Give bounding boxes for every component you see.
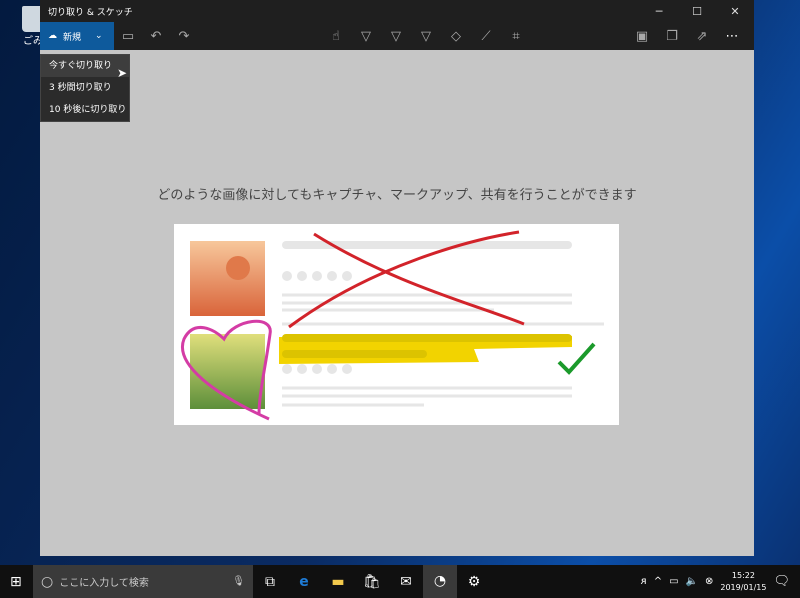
share-icon[interactable]: ⇗ xyxy=(688,29,716,44)
new-label: 新規 xyxy=(63,32,82,43)
action-center-icon[interactable]: 🗨 xyxy=(773,574,790,589)
settings-icon[interactable]: ⚙ xyxy=(457,574,491,590)
clock-time: 15:22 xyxy=(731,570,755,580)
toolbar: ☁ 新規 ⌄ ▭ ↶ ↷ ☝ ▽ ▽ ▽ ◇ ⟋ ⌗ ▣ ❐ ⇗ ⋯ xyxy=(40,22,754,50)
search-placeholder: ここに入力して検索 xyxy=(59,578,149,589)
file-explorer-icon[interactable]: ▬ xyxy=(321,574,355,590)
title-bar: 切り取り & スケッチ ─ ☐ ✕ xyxy=(40,0,754,22)
undo-icon[interactable]: ↶ xyxy=(142,29,170,44)
ime-icon[interactable]: ⊗ xyxy=(705,576,713,587)
snip-sketch-window: 切り取り & スケッチ ─ ☐ ✕ ☁ 新規 ⌄ ▭ ↶ ↷ ☝ ▽ ▽ ▽ ◇ ⟋ ⌗… xyxy=(40,0,754,556)
taskbar: ⊞ ○ ここに入力して検索 🎙 ⧉ e ▬ 🛍 ✉ ◔ ⚙ ᴙ ^ ▭ 🔈 ⊗ 15… xyxy=(0,565,800,598)
illustration xyxy=(174,224,619,425)
menu-item-snip-now[interactable]: 今すぐ切り取り xyxy=(41,55,129,77)
edge-icon[interactable]: e xyxy=(287,574,321,590)
headline: どのような画像に対してもキャプチャ、マークアップ、共有を行うことができます xyxy=(157,188,637,203)
menu-item-snip-10s[interactable]: 10 秒後に切り取り xyxy=(41,99,129,121)
mouse-cursor-icon: ➤ xyxy=(117,66,128,80)
maximize-button[interactable]: ☐ xyxy=(678,0,716,22)
touch-writing-icon[interactable]: ☝ xyxy=(322,29,350,44)
taskbar-search[interactable]: ○ ここに入力して検索 🎙 xyxy=(33,565,253,598)
new-button[interactable]: ☁ 新規 ⌄ xyxy=(40,22,114,50)
window-title: 切り取り & スケッチ xyxy=(48,7,133,18)
chevron-down-icon[interactable]: ⌄ xyxy=(95,31,103,41)
eraser-icon[interactable]: ◇ xyxy=(442,29,470,44)
redo-icon[interactable]: ↷ xyxy=(170,29,198,44)
menu-item-snip-3s[interactable]: 3 秒間切り取り xyxy=(41,77,129,99)
network-icon[interactable]: ▭ xyxy=(669,576,678,587)
volume-icon[interactable]: 🔈 xyxy=(686,576,698,587)
people-icon[interactable]: ᴙ xyxy=(641,576,647,587)
clock[interactable]: 15:22 2019/01/15 xyxy=(720,570,766,594)
start-windows-icon[interactable]: ⊞ xyxy=(10,574,22,590)
ballpoint-pen-icon[interactable]: ▽ xyxy=(352,29,380,44)
chevron-up-icon[interactable]: ^ xyxy=(654,576,662,587)
new-snip-menu: 今すぐ切り取り 3 秒間切り取り 10 秒後に切り取り xyxy=(40,54,130,122)
copy-icon[interactable]: ❐ xyxy=(658,29,686,44)
save-icon[interactable]: ▣ xyxy=(628,29,656,44)
cortana-icon: ○ xyxy=(41,573,54,590)
crop-icon[interactable]: ⌗ xyxy=(502,29,530,44)
microphone-icon[interactable]: 🎙 xyxy=(232,576,245,587)
snip-sketch-taskbar-icon[interactable]: ◔ xyxy=(423,565,457,598)
close-button[interactable]: ✕ xyxy=(716,0,754,22)
minimize-button[interactable]: ─ xyxy=(640,0,678,22)
snip-icon: ☁ xyxy=(48,31,57,41)
folder-icon[interactable]: ▭ xyxy=(114,29,142,44)
highlighter-icon[interactable]: ▽ xyxy=(412,29,440,44)
store-icon[interactable]: 🛍 xyxy=(355,574,389,590)
pencil-icon[interactable]: ▽ xyxy=(382,29,410,44)
clock-date: 2019/01/15 xyxy=(720,582,767,592)
mail-icon[interactable]: ✉ xyxy=(389,574,423,590)
task-view-icon[interactable]: ⧉ xyxy=(253,574,287,590)
more-icon[interactable]: ⋯ xyxy=(718,29,746,44)
ruler-icon[interactable]: ⟋ xyxy=(472,29,500,44)
system-tray: ᴙ ^ ▭ 🔈 ⊗ 15:22 2019/01/15 🗨 xyxy=(641,565,800,598)
